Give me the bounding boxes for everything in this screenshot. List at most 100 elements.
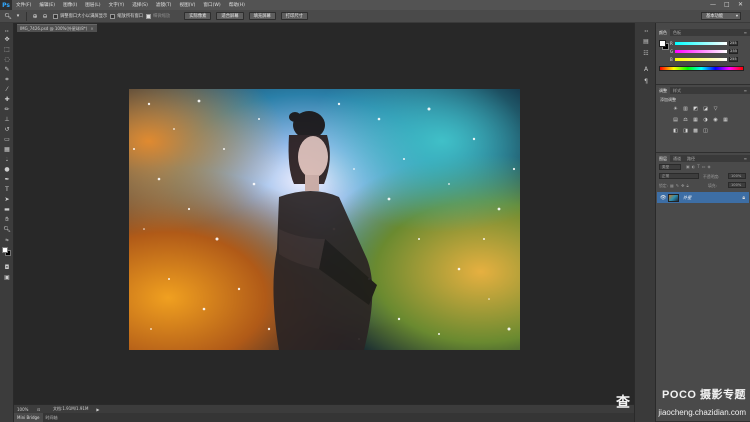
dodge-tool-icon[interactable]: ● <box>2 165 12 174</box>
zoom-tool-icon[interactable]: 🔍︎ <box>2 225 12 234</box>
maximize-icon[interactable]: □ <box>724 1 730 8</box>
fit-screen-button[interactable]: 适合屏幕 <box>216 12 244 20</box>
menu-type[interactable]: 文字(Y) <box>105 2 129 8</box>
tab-color[interactable]: 颜色 <box>656 29 670 36</box>
close-icon[interactable]: ✕ <box>738 1 743 8</box>
status-menu-icon[interactable]: ▶ <box>96 407 99 412</box>
eyedropper-tool-icon[interactable]: ⁄ <box>2 85 12 94</box>
tab-timeline[interactable]: 时间轴 <box>43 413 61 422</box>
chevron-down-icon[interactable]: ▾ <box>14 12 22 20</box>
red-slider[interactable] <box>674 41 727 45</box>
marquee-tool-icon[interactable]: ⬚ <box>2 45 12 54</box>
zoom-out-icon[interactable]: ⊖ <box>41 12 49 20</box>
fill-screen-button[interactable]: 填充屏幕 <box>248 12 276 20</box>
hue-saturation-icon[interactable]: ▤ <box>672 116 679 123</box>
panel-menu-icon[interactable]: ≡ <box>744 88 747 93</box>
blue-slider[interactable] <box>674 57 727 61</box>
zoom-icon[interactable]: 🔍︎ <box>4 12 12 20</box>
minimize-icon[interactable]: — <box>710 1 716 8</box>
black-white-icon[interactable]: ▦ <box>692 116 699 123</box>
tab-swatches[interactable]: 色板 <box>670 29 684 36</box>
tab-styles[interactable]: 样式 <box>670 87 684 94</box>
vibrance-icon[interactable]: ▽ <box>712 105 719 112</box>
resize-windows-checkbox[interactable]: 调整窗口大小以满屏显示 <box>53 13 107 19</box>
levels-icon[interactable]: ▥ <box>682 105 689 112</box>
clone-stamp-tool-icon[interactable]: ⊥ <box>2 115 12 124</box>
pen-tool-icon[interactable]: ✒ <box>2 175 12 184</box>
opacity-input[interactable]: 100% <box>728 173 746 179</box>
menu-view[interactable]: 视图(V) <box>175 2 199 8</box>
panel-menu-icon[interactable]: ≡ <box>744 30 747 35</box>
menu-file[interactable]: 文件(F) <box>12 2 35 8</box>
status-icon[interactable]: ⊡ <box>37 407 45 412</box>
path-select-tool-icon[interactable]: ➤ <box>2 195 12 204</box>
hand-tool-icon[interactable]: ✋︎ <box>2 215 12 224</box>
character-icon[interactable]: A <box>641 65 651 74</box>
photo-filter-icon[interactable]: ◑ <box>702 116 709 123</box>
tab-layers[interactable]: 图层 <box>656 155 670 162</box>
channel-mixer-icon[interactable]: ◉ <box>712 116 719 123</box>
menu-help[interactable]: 帮助(H) <box>225 2 249 8</box>
paragraph-icon[interactable]: ¶ <box>641 77 651 86</box>
gradient-map-icon[interactable]: ◫ <box>702 127 709 134</box>
toolbox-collapse-icon[interactable]: ▸▸ <box>2 26 12 35</box>
panel-menu-icon[interactable]: ≡ <box>744 156 747 161</box>
color-foreground-swatch[interactable] <box>659 40 666 47</box>
document-tab[interactable]: IMG_7426.psd @ 100%(外星球/8*) × <box>17 24 97 32</box>
quick-select-tool-icon[interactable]: ✎ <box>2 65 12 74</box>
tab-mini-bridge[interactable]: Mini Bridge <box>14 413 43 422</box>
fill-input[interactable]: 100% <box>728 182 746 188</box>
menu-edit[interactable]: 编辑(E) <box>35 2 59 8</box>
print-size-button[interactable]: 打印尺寸 <box>280 12 308 20</box>
lock-icons[interactable]: ▦✎✥🔒︎ <box>670 183 691 188</box>
menu-image[interactable]: 图像(I) <box>59 2 81 8</box>
actual-pixels-button[interactable]: 实际像素 <box>184 12 212 20</box>
move-tool-icon[interactable]: ✥ <box>2 35 12 44</box>
blue-value-input[interactable]: 255 <box>728 56 738 62</box>
layer-filter-icons[interactable]: ▣◐T▭◈ <box>686 164 713 169</box>
close-tab-icon[interactable]: × <box>90 26 93 31</box>
scrubby-zoom-checkbox[interactable]: 细微缩放 <box>146 13 170 19</box>
zoom-all-windows-checkbox[interactable]: 缩放所有窗口 <box>110 13 143 19</box>
screen-mode-icon[interactable]: ▣ <box>2 273 12 282</box>
tab-paths[interactable]: 路径 <box>684 155 698 162</box>
zoom-level[interactable]: 100% <box>17 407 31 412</box>
healing-brush-tool-icon[interactable]: ✚ <box>2 95 12 104</box>
blur-tool-icon[interactable]: 💧︎ <box>2 155 12 164</box>
crop-tool-icon[interactable]: ⌗ <box>2 75 12 84</box>
properties-icon[interactable]: ☷ <box>641 49 651 58</box>
quick-mask-icon[interactable]: ◘ <box>2 263 12 272</box>
layer-filter-select[interactable]: 类型 <box>659 164 681 170</box>
red-value-input[interactable]: 255 <box>728 40 738 46</box>
swap-colors-icon[interactable]: ⇆ <box>2 235 12 244</box>
foreground-color-swatch[interactable] <box>2 247 8 253</box>
brightness-icon[interactable]: ☀ <box>672 105 679 112</box>
eye-icon[interactable]: 👁︎ <box>660 195 666 201</box>
tab-channels[interactable]: 通道 <box>670 155 684 162</box>
dock-collapse-icon[interactable]: ◂◂ <box>641 26 651 35</box>
tab-adjustments[interactable]: 调整 <box>656 87 670 94</box>
menu-layer[interactable]: 图层(L) <box>81 2 104 8</box>
zoom-in-icon[interactable]: ⊕ <box>31 12 39 20</box>
blend-mode-select[interactable]: 正常 <box>659 173 699 179</box>
color-spectrum-ramp[interactable] <box>659 66 744 71</box>
menu-window[interactable]: 窗口(W) <box>199 2 224 8</box>
menu-filter[interactable]: 滤镜(T) <box>152 2 176 8</box>
green-value-input[interactable]: 255 <box>729 48 739 54</box>
lasso-tool-icon[interactable]: ◌ <box>2 55 12 64</box>
color-lookup-icon[interactable]: ▦ <box>722 116 729 123</box>
color-balance-icon[interactable]: ⚖ <box>682 116 689 123</box>
document-image[interactable] <box>129 89 520 350</box>
menu-select[interactable]: 选择(S) <box>128 2 152 8</box>
gradient-tool-icon[interactable]: ▦ <box>2 145 12 154</box>
green-slider[interactable] <box>675 49 728 53</box>
shape-tool-icon[interactable]: ▬ <box>2 205 12 214</box>
history-icon[interactable]: ▤ <box>641 37 651 46</box>
brush-tool-icon[interactable]: ✏ <box>2 105 12 114</box>
threshold-icon[interactable]: ▩ <box>692 127 699 134</box>
type-tool-icon[interactable]: T <box>2 185 12 194</box>
exposure-icon[interactable]: ◪ <box>702 105 709 112</box>
layer-name[interactable]: 外星 <box>683 195 691 201</box>
workspace-select[interactable]: 基本功能 ▾ <box>701 12 741 20</box>
invert-icon[interactable]: ◧ <box>672 127 679 134</box>
